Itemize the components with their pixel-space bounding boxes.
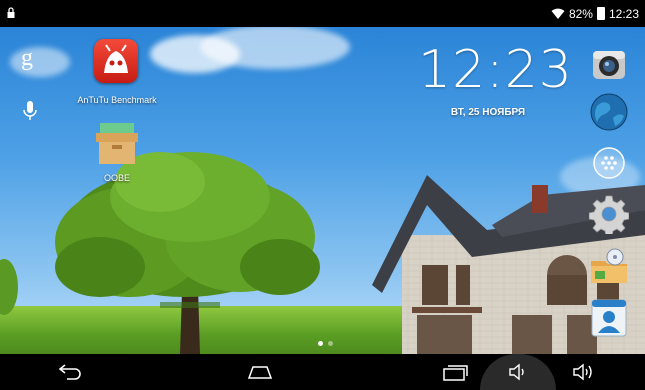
volume-down-icon [509, 363, 524, 381]
dock-all-apps[interactable] [593, 147, 625, 179]
status-bar: 82% 12:23 [0, 0, 645, 27]
all-apps-icon [593, 147, 625, 179]
recent-apps-button[interactable] [430, 354, 480, 390]
voice-search-button[interactable] [20, 99, 40, 123]
cloud [200, 27, 350, 69]
google-search-button[interactable]: g [18, 43, 42, 71]
status-right: 82% 12:23 [551, 0, 639, 27]
antutu-icon [94, 39, 138, 83]
oobe-box-icon [94, 123, 140, 165]
app-oobe[interactable]: OOBE [82, 123, 152, 189]
bush-illustration [0, 259, 18, 315]
dock-contacts[interactable] [589, 299, 629, 337]
volume-up-icon [573, 363, 592, 381]
volume-down-button[interactable] [480, 354, 556, 390]
dock-file-manager[interactable] [589, 247, 629, 287]
clock-widget-date[interactable]: ВТ, 25 НОЯБРЯ [418, 107, 558, 118]
camera-icon [593, 51, 625, 79]
file-manager-icon [591, 248, 627, 283]
battery-percent: 82% [568, 6, 593, 21]
svg-text:g: g [21, 45, 33, 71]
clock-widget-time[interactable]: 12:23 [418, 40, 572, 100]
status-time: 12:23 [608, 6, 639, 21]
back-button[interactable] [40, 354, 100, 390]
battery-icon [596, 7, 605, 20]
home-screen-wallpaper: g AnTuTu Benchmark OOBE 12:23 ВТ, 25 НОЯ… [0, 27, 645, 354]
page-indicator-dot [328, 341, 333, 346]
page-indicator-dot-active [318, 341, 323, 346]
google-search-icon: g [21, 45, 33, 71]
recent-apps-icon [443, 365, 468, 381]
volume-up-button[interactable] [556, 354, 612, 390]
navigation-bar [0, 354, 645, 390]
back-icon [58, 364, 81, 380]
dock-settings[interactable] [588, 194, 630, 237]
dock-browser[interactable] [589, 92, 629, 132]
home-icon [247, 366, 273, 379]
lock-icon [7, 7, 15, 18]
app-label: OOBE [103, 173, 130, 183]
browser-globe-icon [590, 93, 628, 131]
dock-camera[interactable] [589, 49, 629, 81]
app-antutu[interactable]: AnTuTu Benchmark [72, 39, 162, 109]
contacts-icon [591, 299, 627, 337]
app-label: AnTuTu Benchmark [77, 95, 157, 105]
settings-gear-icon [588, 195, 630, 237]
microphone-icon [23, 101, 37, 120]
home-button[interactable] [230, 354, 290, 390]
wifi-icon [551, 8, 565, 19]
